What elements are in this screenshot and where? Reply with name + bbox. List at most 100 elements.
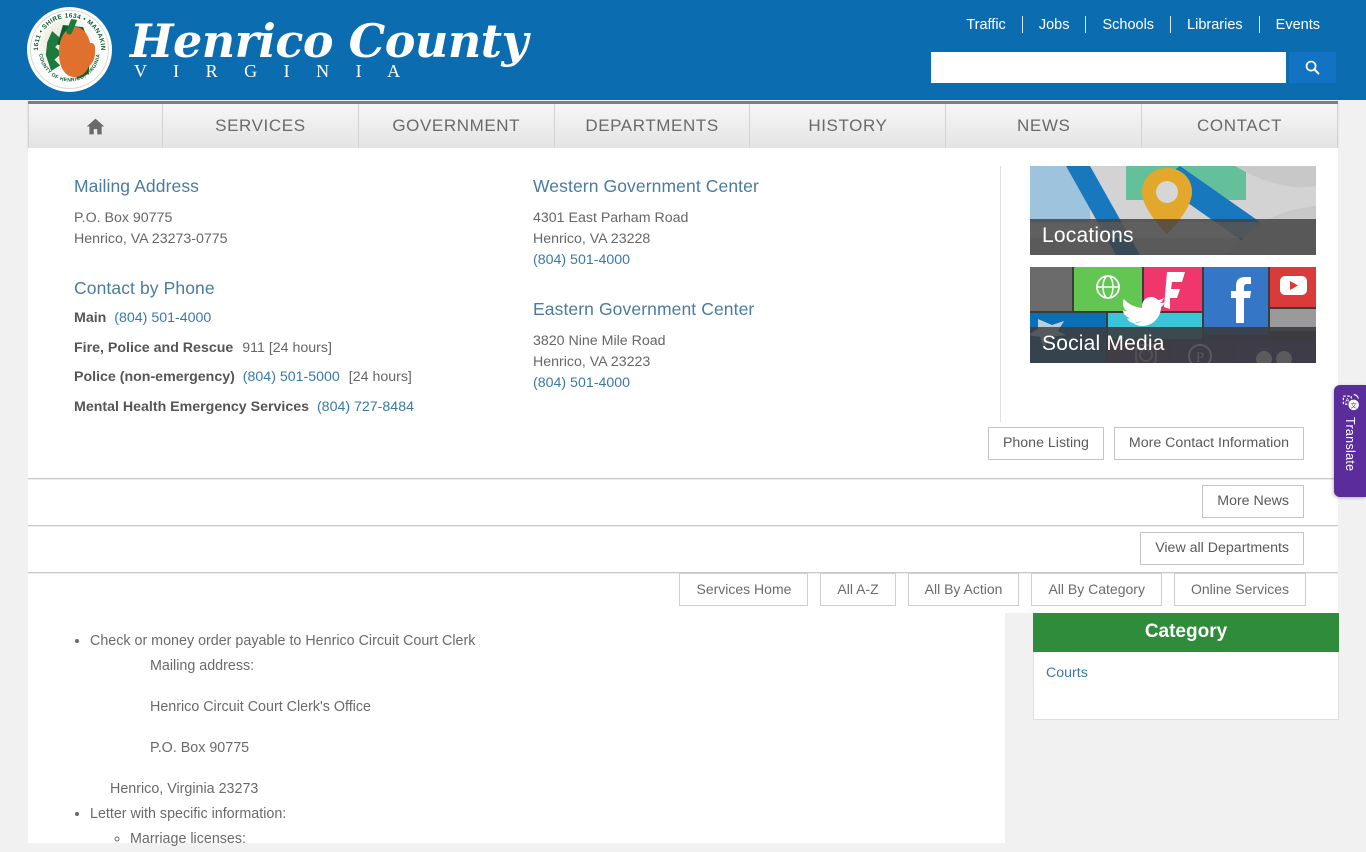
category-heading: Category (1033, 613, 1339, 652)
phone-label-emergency: Fire, Police and Rescue (74, 339, 234, 356)
tab-all-a-z[interactable]: All A-Z (820, 573, 896, 606)
clerk-citystate-line: Henrico, Virginia 23273 (110, 781, 259, 797)
eastern-center-address: 3820 Nine Mile Road Henrico, VA 23223 (8… (533, 331, 973, 394)
phone-note-police: [24 hours] (348, 369, 412, 385)
svg-text:文: 文 (1350, 401, 1357, 410)
contact-column-tiles: Locations Social Media (1030, 166, 1316, 363)
site-header: CITY 1611 • SHIRE 1634 • MANAKIN 1734 CO… (0, 0, 1366, 100)
mailing-address-line-2: Henrico, VA 23273-0775 (74, 231, 228, 247)
vertical-divider (1000, 166, 1001, 422)
nav-item-news[interactable]: NEWS (946, 104, 1143, 148)
more-news-button[interactable]: More News (1202, 485, 1304, 518)
contact-buttons: Phone Listing More Contact Information (987, 427, 1304, 460)
nav-item-history[interactable]: HISTORY (750, 104, 947, 148)
clerk-po-box-line: P.O. Box 90775 (150, 740, 250, 756)
phone-number-police[interactable]: (804) 501-5000 (243, 369, 340, 385)
divider (1021, 16, 1023, 33)
divider (1258, 16, 1260, 33)
tab-all-by-action[interactable]: All By Action (907, 573, 1020, 606)
locations-tile-label: Locations (1030, 219, 1316, 255)
list-item: Letter with specific information: (90, 802, 1005, 827)
nested-bullet-list: Marriage licenses: (90, 827, 1005, 852)
mailing-address-sublabel: Mailing address: (150, 658, 255, 674)
nav-item-contact[interactable]: CONTACT (1142, 104, 1338, 148)
phone-number-main[interactable]: (804) 501-4000 (114, 310, 211, 326)
services-tabs: Services Home All A-Z All By Action All … (28, 573, 1338, 613)
seal-text-bottom: COUNTY OF HENRICO, VIRGINIA (37, 53, 101, 83)
mailing-address-heading: Mailing Address (74, 176, 200, 196)
nav-item-government[interactable]: GOVERNMENT (359, 104, 555, 148)
main-content-column: Check or money order payable to Henrico … (28, 613, 1005, 847)
utility-link-traffic[interactable]: Traffic (950, 17, 1021, 33)
mailing-address-block: P.O. Box 90775 Henrico, VA 23273-0775 (74, 208, 504, 250)
divider (1085, 16, 1087, 33)
view-all-departments-button[interactable]: View all Departments (1140, 532, 1304, 565)
site-title: Henrico County (130, 14, 528, 68)
mailing-address-line-1: P.O. Box 90775 (74, 210, 173, 226)
social-media-tile-label: Social Media (1030, 327, 1316, 363)
utility-link-schools[interactable]: Schools (1086, 17, 1170, 33)
phone-number-mental-health[interactable]: (804) 727-8484 (317, 399, 414, 415)
clerk-office-line: Henrico Circuit Court Clerk's Office (150, 699, 371, 715)
western-center-address: 4301 East Parham Road Henrico, VA 23228 … (533, 208, 973, 271)
utility-nav: Traffic Jobs Schools Libraries Events (950, 16, 1336, 33)
divider (1170, 16, 1172, 33)
site-logo[interactable]: CITY 1611 • SHIRE 1634 • MANAKIN 1734 CO… (27, 7, 528, 92)
phone-row-emergency: Fire, Police and Rescue 911 [24 hours] (74, 340, 504, 356)
wordmark: Henrico County V I R G I N I A (130, 17, 528, 82)
search-input[interactable] (931, 52, 1286, 83)
eastern-center-heading: Eastern Government Center (533, 299, 755, 319)
phone-note-emergency: [24 hours] (268, 339, 332, 356)
phone-row-main: Main (804) 501-4000 (74, 310, 504, 326)
contact-by-phone-heading: Contact by Phone (74, 278, 215, 298)
social-media-tile[interactable]: P Social Media (1030, 267, 1316, 363)
translate-icon: A 文 (1342, 394, 1359, 411)
eastern-center-citystate: Henrico, VA 23223 (533, 354, 651, 370)
news-strip: More News (28, 479, 1338, 525)
locations-tile[interactable]: Locations (1030, 166, 1316, 255)
search-icon (1305, 60, 1320, 75)
bullet-list: Check or money order payable to Henrico … (68, 629, 1005, 654)
translate-widget[interactable]: A 文 Translate (1334, 385, 1366, 497)
phone-listing-button[interactable]: Phone Listing (987, 427, 1104, 460)
site-search (931, 52, 1336, 83)
requirements-list: Check or money order payable to Henrico … (28, 613, 1005, 852)
more-contact-information-button[interactable]: More Contact Information (1113, 427, 1304, 460)
phone-label-mental-health: Mental Health Emergency Services (74, 398, 309, 415)
bullet-list: Letter with specific information: Marria… (68, 802, 1005, 852)
phone-label-main: Main (74, 310, 107, 326)
utility-link-libraries[interactable]: Libraries (1171, 17, 1259, 33)
lower-content-area: Check or money order payable to Henrico … (28, 613, 1339, 847)
eastern-center-street: 3820 Nine Mile Road (533, 333, 666, 349)
henrico-county-seal-icon: CITY 1611 • SHIRE 1634 • MANAKIN 1734 CO… (27, 7, 112, 92)
contact-panel: Mailing Address P.O. Box 90775 Henrico, … (28, 148, 1338, 478)
tab-online-services[interactable]: Online Services (1173, 573, 1306, 606)
phone-number-emergency: 911 (242, 339, 265, 356)
western-center-heading: Western Government Center (533, 176, 759, 196)
nav-item-services[interactable]: SERVICES (163, 104, 359, 148)
departments-strip: View all Departments (28, 526, 1338, 572)
category-link-courts[interactable]: Courts (1046, 665, 1088, 681)
category-sidebar: Category Courts (1033, 613, 1339, 720)
utility-link-jobs[interactable]: Jobs (1023, 17, 1086, 33)
phone-label-police: Police (non-emergency) (74, 369, 235, 385)
seal-lettering: CITY 1611 • SHIRE 1634 • MANAKIN 1734 CO… (27, 7, 106, 84)
search-button[interactable] (1289, 52, 1336, 83)
eastern-center-phone[interactable]: (804) 501-4000 (533, 375, 630, 391)
home-icon (86, 118, 105, 134)
tab-services-home[interactable]: Services Home (679, 573, 809, 606)
list-item: Marriage licenses: (130, 827, 1005, 852)
contact-column-left: Mailing Address P.O. Box 90775 Henrico, … (74, 176, 504, 428)
svg-text:COUNTY OF HENRICO, VIRGINIA: COUNTY OF HENRICO, VIRGINIA (37, 53, 102, 83)
tab-all-by-category[interactable]: All By Category (1031, 573, 1162, 606)
list-item: Check or money order payable to Henrico … (90, 629, 1005, 654)
utility-link-events[interactable]: Events (1260, 17, 1336, 33)
seal-text-top: CITY 1611 • SHIRE 1634 • MANAKIN 1734 (27, 7, 106, 51)
western-center-phone[interactable]: (804) 501-4000 (533, 252, 630, 268)
svg-text:CITY 1611 • SHIRE 1634 • MANAK: CITY 1611 • SHIRE 1634 • MANAKIN 1734 (27, 7, 106, 51)
translate-label: Translate (1343, 417, 1357, 472)
western-center-citystate: Henrico, VA 23228 (533, 231, 651, 247)
nav-item-departments[interactable]: DEPARTMENTS (555, 104, 751, 148)
nav-item-home[interactable] (28, 104, 163, 148)
contact-column-centers: Western Government Center 4301 East Parh… (533, 176, 973, 394)
